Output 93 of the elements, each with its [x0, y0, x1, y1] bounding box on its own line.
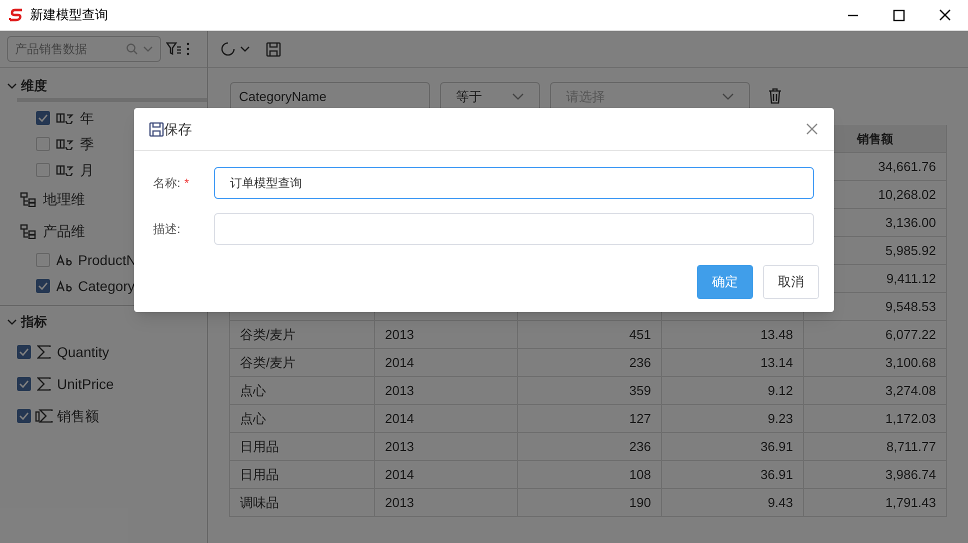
- table-cell-text: 5,985.92: [885, 242, 936, 260]
- confirm-button[interactable]: 确定: [697, 265, 753, 299]
- table-cell-text: 36.91: [760, 466, 793, 484]
- table-cell-text: 2014: [385, 410, 414, 428]
- table-cell-text: 谷类/麦片: [240, 354, 296, 372]
- table-cell-text: 9,548.53: [885, 298, 936, 316]
- calendar-icon: [56, 138, 74, 150]
- checkbox[interactable]: [17, 377, 31, 391]
- checkbox[interactable]: [17, 345, 31, 359]
- field-label[interactable]: 销售额: [57, 406, 99, 426]
- section-header[interactable]: 维度: [21, 76, 47, 96]
- chevron-down-icon[interactable]: [7, 82, 17, 90]
- field-label[interactable]: Quantity: [57, 342, 110, 362]
- chevron-down-icon: [722, 93, 734, 101]
- table-cell-text: 9,411.12: [886, 270, 936, 288]
- field-label[interactable]: 地理维: [43, 188, 85, 210]
- filter-icon[interactable]: [166, 42, 182, 56]
- table-cell-text: 10,268.02: [878, 186, 936, 204]
- table-cell-text: 1,172.03: [885, 410, 936, 428]
- search-icon: [126, 43, 138, 55]
- table-cell-text: 36.91: [760, 438, 793, 456]
- table-cell-text: 点心: [240, 382, 266, 400]
- table-cell-text: 6,077.22: [885, 326, 936, 344]
- calendar-icon: [56, 164, 74, 176]
- table-cell-text: 2013: [385, 494, 414, 512]
- table-cell-text: 108: [629, 466, 651, 484]
- table-cell-text: 127: [629, 410, 651, 428]
- column-header[interactable]: 销售额: [857, 130, 893, 148]
- field-label: 描述:: [153, 221, 180, 238]
- table-cell-text: 3,136.00: [885, 214, 936, 232]
- table-cell-text: 9.23: [768, 410, 793, 428]
- sigma-icon: [37, 345, 51, 359]
- table-cell-text: 236: [629, 354, 651, 372]
- field-label[interactable]: 月: [80, 160, 94, 180]
- table-cell-text: 13.48: [760, 326, 793, 344]
- checkbox[interactable]: [36, 279, 50, 293]
- description-input[interactable]: [214, 213, 814, 245]
- field-label: 名称:: [153, 175, 180, 192]
- table-cell-text: 9.12: [768, 382, 793, 400]
- field-label[interactable]: 季: [80, 134, 94, 154]
- sigma-icon: [37, 377, 51, 391]
- table-cell-text: 2013: [385, 438, 414, 456]
- field-label[interactable]: 产品维: [43, 220, 85, 242]
- text-type-icon: [56, 280, 72, 292]
- chevron-down-icon: [512, 93, 524, 101]
- chevron-down-icon[interactable]: [240, 45, 250, 53]
- table-cell-text: 调味品: [240, 494, 279, 512]
- table-cell-text: 2014: [385, 354, 414, 372]
- refresh-icon[interactable]: [220, 41, 236, 57]
- hierarchy-icon: [20, 192, 36, 206]
- calendar-icon: [56, 112, 74, 124]
- table-cell-text: 451: [629, 326, 651, 344]
- table-cell-text: 3,100.68: [885, 354, 936, 372]
- table-cell-text: 日用品: [240, 438, 279, 456]
- table-cell-text: 2014: [385, 466, 414, 484]
- hierarchy-icon: [20, 224, 36, 238]
- text-type-icon: [56, 254, 72, 266]
- table-cell-text: 日用品: [240, 466, 279, 484]
- table-cell-text: 3,986.74: [885, 466, 936, 484]
- table-cell-text: 1,791.43: [885, 494, 936, 512]
- table-cell-text: 2013: [385, 382, 414, 400]
- chevron-down-icon: [143, 45, 153, 53]
- more-icon[interactable]: [185, 42, 191, 56]
- table-cell-text: 13.14: [760, 354, 793, 372]
- table-cell-text: 359: [629, 382, 651, 400]
- calculated-sigma-icon: [35, 409, 53, 423]
- table-cell-text: 34,661.76: [878, 158, 936, 176]
- trash-icon[interactable]: [768, 88, 782, 104]
- checkbox[interactable]: [36, 111, 50, 125]
- name-input[interactable]: 订单模型查询: [214, 167, 814, 199]
- table-cell-text: 点心: [240, 410, 266, 428]
- save-icon: [149, 122, 164, 136]
- field-label[interactable]: UnitPrice: [57, 374, 114, 394]
- table-cell-text: 2013: [385, 326, 414, 344]
- section-header[interactable]: 指标: [21, 312, 47, 332]
- field-label[interactable]: 年: [80, 108, 94, 128]
- table-cell-text: 190: [629, 494, 651, 512]
- table-cell-text: 9.43: [768, 494, 793, 512]
- table-cell-text: 谷类/麦片: [240, 326, 296, 344]
- table-cell-text: 8,711.77: [886, 438, 936, 456]
- logo-icon: [9, 8, 25, 22]
- table-cell-text: 3,274.08: [885, 382, 936, 400]
- cancel-button[interactable]: 取消: [763, 265, 819, 299]
- table-cell-text: 236: [629, 438, 651, 456]
- save-icon[interactable]: [266, 42, 281, 56]
- field-label[interactable]: Category: [78, 276, 135, 296]
- dialog-title: 保存: [164, 120, 193, 138]
- window-title: 新建模型查询: [30, 6, 108, 24]
- source-select[interactable]: 产品销售数据: [7, 36, 161, 62]
- close-icon[interactable]: [806, 123, 818, 135]
- checkbox[interactable]: [17, 409, 31, 423]
- required-mark: *: [184, 175, 190, 192]
- chevron-down-icon[interactable]: [7, 318, 17, 326]
